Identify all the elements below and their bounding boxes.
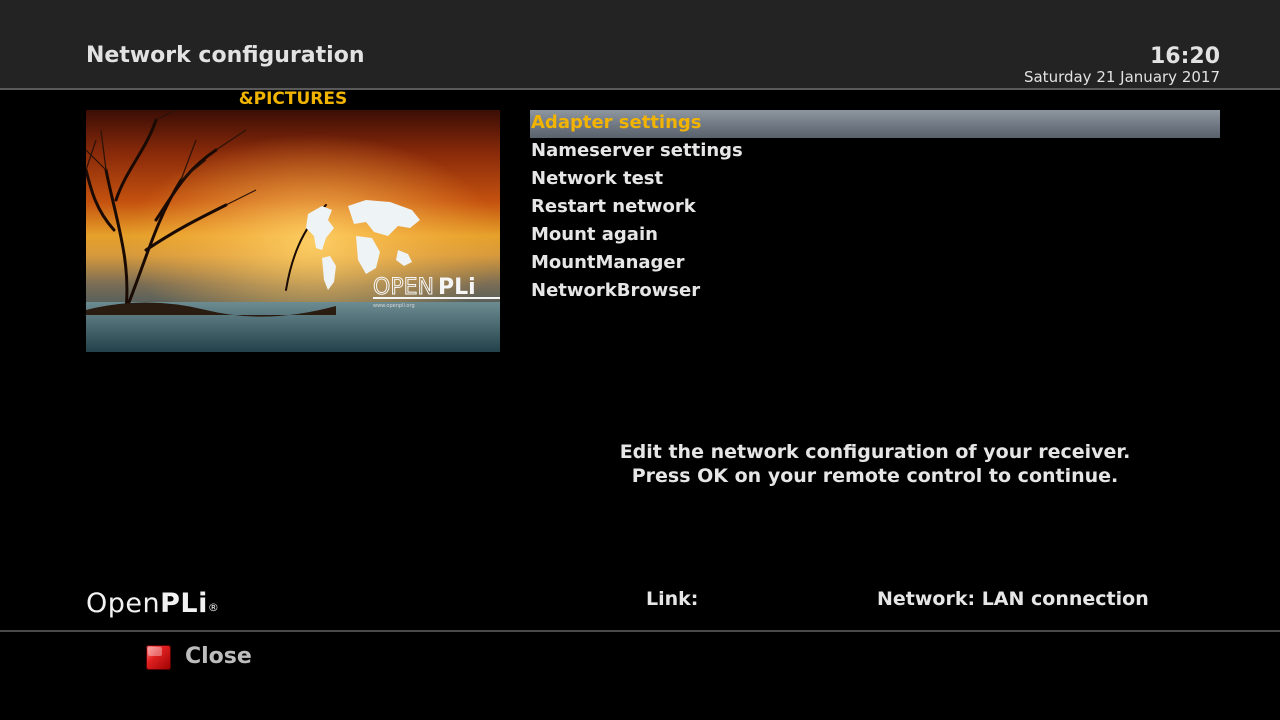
menu-item-nameserver-settings[interactable]: Nameserver settings bbox=[530, 138, 1220, 166]
menu-item-adapter-settings[interactable]: Adapter settings bbox=[530, 110, 1220, 138]
clock: 16:20 bbox=[1149, 44, 1220, 69]
menu-item-mount-again[interactable]: Mount again bbox=[530, 222, 1220, 250]
logo-pli: PLi bbox=[160, 588, 208, 619]
close-button[interactable]: Close bbox=[185, 644, 252, 669]
preview-picture: OPEN PLi www.openpli.org bbox=[86, 110, 500, 352]
menu-item-networkbrowser[interactable]: NetworkBrowser bbox=[530, 278, 1220, 306]
svg-text:OPEN: OPEN bbox=[373, 275, 434, 300]
link-status: Link: bbox=[646, 588, 699, 610]
pictures-label: &PICTURES bbox=[238, 89, 348, 109]
sunset-landscape-image: OPEN PLi www.openpli.org bbox=[86, 110, 500, 352]
description-line-2: Press OK on your remote control to conti… bbox=[631, 465, 1119, 487]
svg-text:www.openpli.org: www.openpli.org bbox=[373, 303, 415, 309]
header-bar: Network configuration 16:20 Saturday 21 … bbox=[0, 0, 1280, 90]
openpli-logo: OpenPLi® bbox=[86, 588, 219, 619]
menu-item-mountmanager[interactable]: MountManager bbox=[530, 250, 1220, 278]
footer-divider bbox=[0, 630, 1280, 632]
network-status: Network: LAN connection bbox=[877, 588, 1149, 610]
registered-mark: ® bbox=[207, 601, 220, 614]
red-key-icon[interactable] bbox=[146, 645, 171, 670]
date: Saturday 21 January 2017 bbox=[1023, 68, 1220, 86]
screen: Network configuration 16:20 Saturday 21 … bbox=[0, 0, 1280, 720]
logo-open: Open bbox=[86, 588, 161, 619]
svg-text:PLi: PLi bbox=[438, 275, 476, 300]
description-line-1: Edit the network configuration of your r… bbox=[619, 441, 1131, 463]
menu-item-restart-network[interactable]: Restart network bbox=[530, 194, 1220, 222]
network-menu[interactable]: Adapter settings Nameserver settings Netwo… bbox=[530, 110, 1220, 306]
description-text: Edit the network configuration of your r… bbox=[560, 440, 1190, 488]
page-title: Network configuration bbox=[86, 43, 365, 68]
menu-item-network-test[interactable]: Network test bbox=[530, 166, 1220, 194]
